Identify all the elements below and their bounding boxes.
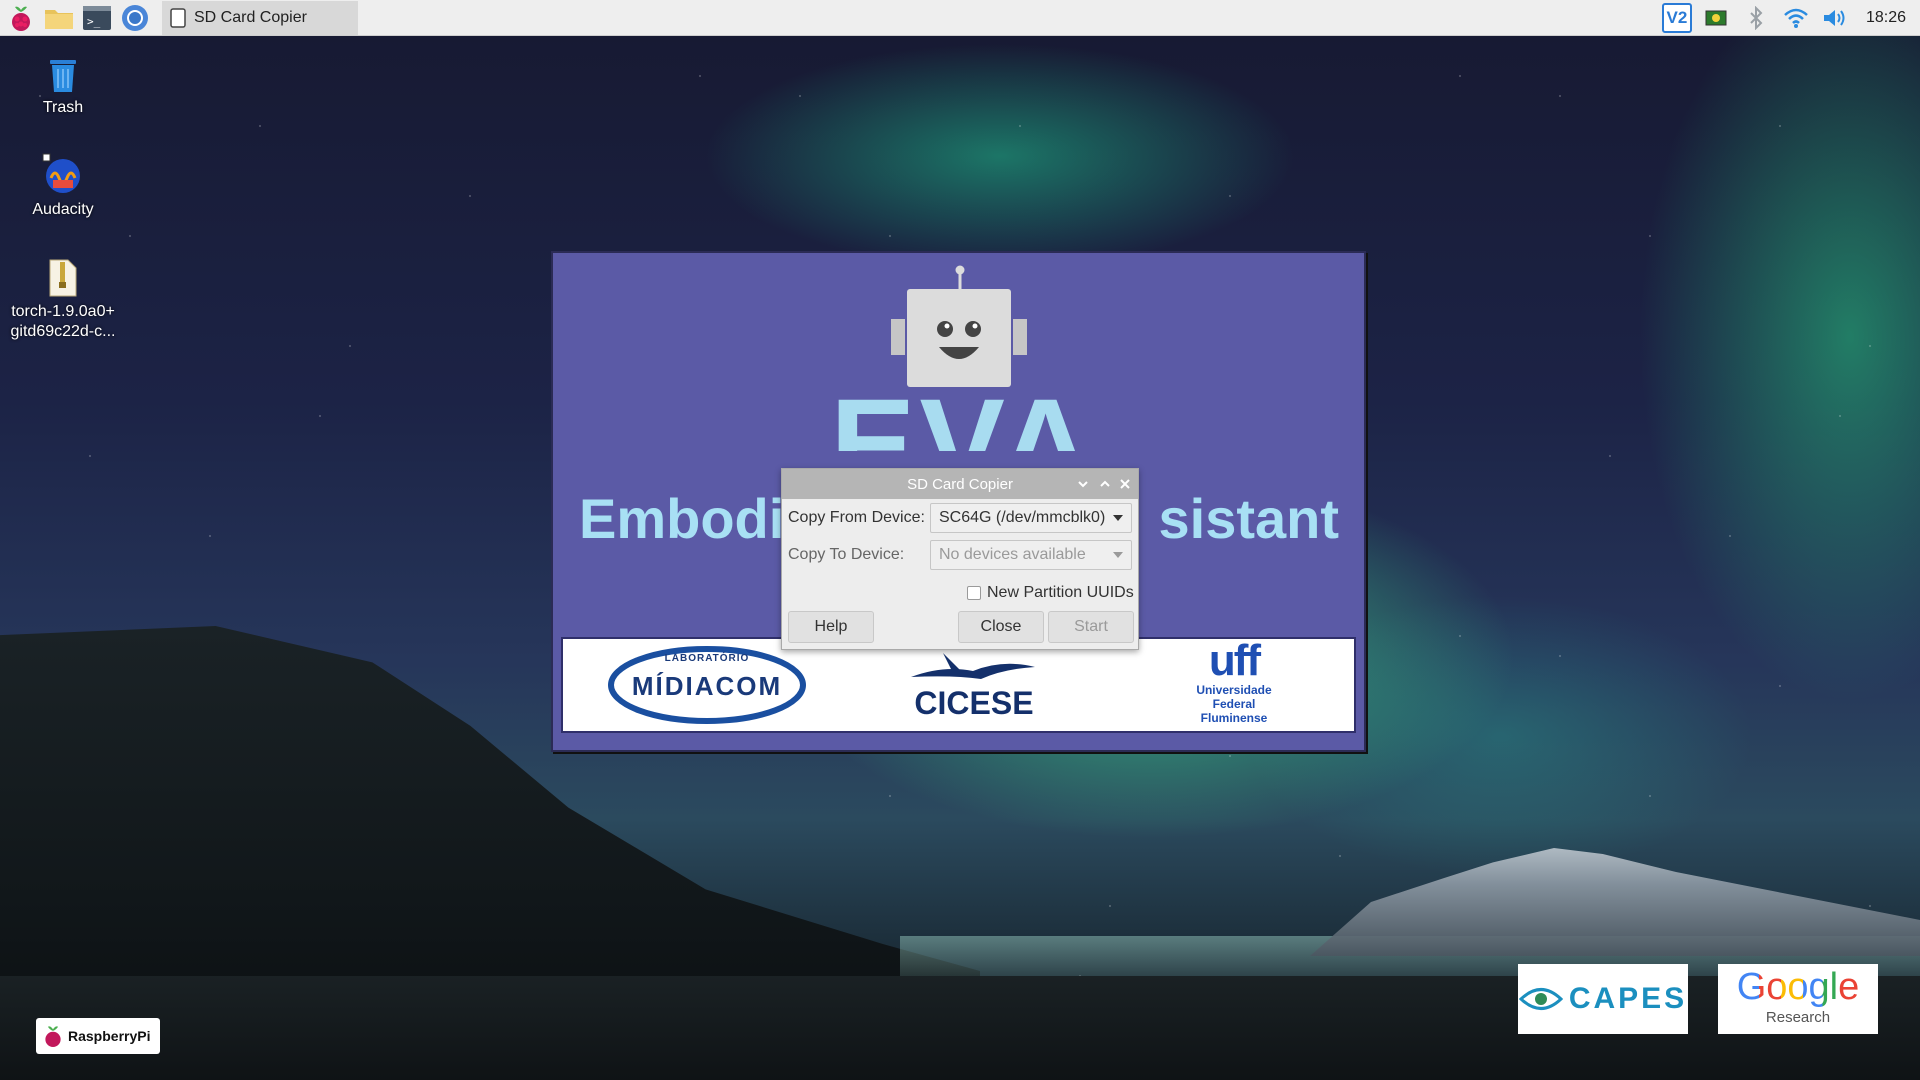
system-tray: V2 18:26 [1661,0,1920,36]
file-manager-icon[interactable] [42,2,76,34]
desktop-icon-trash[interactable]: Trash [8,44,118,118]
copy-to-value: No devices available [939,546,1086,563]
eva-title: EVA [813,381,1113,451]
raspberry-menu-icon[interactable] [4,2,38,34]
copy-to-label: Copy To Device: [788,546,905,563]
chevron-down-icon [1113,552,1123,558]
copy-from-dropdown[interactable]: SC64G (/dev/mmcblk0) [930,503,1132,533]
clock[interactable]: 18:26 [1866,9,1906,27]
google-research-subtext: Research [1765,1009,1831,1026]
dialog-titlebar[interactable]: SD Card Copier [782,469,1138,499]
audacity-icon [8,146,118,196]
keyboard-layout-icon[interactable] [1700,3,1732,33]
capes-text: CAPES [1568,982,1688,1015]
close-button[interactable]: Close [958,611,1044,643]
svg-text:>_: >_ [87,15,101,28]
vnc-icon[interactable]: V2 [1661,3,1692,33]
desktop-icon-label: torch-1.9.0a0+ [11,303,115,320]
google-text: Google [1736,966,1860,1008]
window-icon [170,7,186,28]
capes-eye-icon [1518,988,1563,1010]
robot-antenna-icon [955,265,965,289]
cicese-logo: CICESE [899,651,1049,727]
robot-right-ear [1013,319,1027,355]
capes-logo: CAPES [1518,964,1688,1034]
volume-icon[interactable] [1820,3,1852,33]
copy-from-value: SC64G (/dev/mmcblk0) [939,509,1106,526]
chromium-icon[interactable] [118,2,152,34]
minimize-icon[interactable] [1074,475,1092,493]
eva-subtitle-left: Embodi [579,487,785,550]
desktop-icon-label: Trash [42,99,84,116]
dialog-title: SD Card Copier [907,475,1013,493]
terminal-icon[interactable]: >_ [80,2,114,34]
raspberrypi-text: RaspberryPi [68,1028,151,1044]
raspberry-logo-icon [45,1026,61,1047]
new-partition-uuids-checkbox[interactable]: New Partition UUIDs [967,584,1134,602]
maximize-icon[interactable] [1096,475,1114,493]
uff-line2: Federal [1212,697,1256,711]
copy-from-label: Copy From Device: [788,509,925,526]
task-title: SD Card Copier [194,8,307,26]
uff-main-text: uff [1208,636,1261,685]
archive-file-icon [8,248,118,298]
taskbar-task-sd-card-copier[interactable]: SD Card Copier [162,0,358,35]
start-button[interactable]: Start [1048,611,1134,643]
copy-to-dropdown[interactable]: No devices available [930,540,1132,570]
wifi-icon[interactable] [1780,3,1812,33]
desktop-icon-torch-archive[interactable]: torch-1.9.0a0+ gitd69c22d-c... [8,248,118,342]
eva-subtitle-right: sistant [1158,487,1340,550]
midiacom-logo: LABORATÓRIO MÍDIACOM [607,645,807,725]
robot-head-icon [907,289,1011,387]
checkbox-box[interactable] [967,586,981,600]
raspberrypi-badge: RaspberryPi [36,1018,160,1054]
bluetooth-icon[interactable] [1740,3,1772,33]
desktop-icon-label: Audacity [32,201,94,218]
desktop-icon-label-line2: gitd69c22d-c... [10,323,116,340]
partner-logo-strip: LABORATÓRIO MÍDIACOM CICESE uff Universi… [561,637,1356,733]
cicese-bird-icon [911,653,1035,679]
taskbar: >_ SD Card Copier V2 18:26 [0,0,1920,36]
sd-card-copier-dialog: SD Card Copier Copy From Device: SC64G (… [781,468,1139,650]
chevron-down-icon [1113,515,1123,521]
checkbox-label: New Partition UUIDs [987,584,1134,601]
uff-line1: Universidade [1196,683,1272,697]
help-button[interactable]: Help [788,611,874,643]
uff-line3: Fluminense [1200,711,1268,725]
desktop-icon-audacity[interactable]: Audacity [8,146,118,220]
trash-icon [8,44,118,94]
robot-left-ear [891,319,905,355]
uff-logo: uff Universidade Federal Fluminense [1179,639,1289,731]
google-research-logo: Google Research [1718,964,1878,1034]
close-icon[interactable] [1116,475,1134,493]
cicese-text: CICESE [914,685,1034,721]
midiacom-top-text: LABORATÓRIO [664,653,750,664]
midiacom-main-text: MÍDIACOM [631,671,783,701]
